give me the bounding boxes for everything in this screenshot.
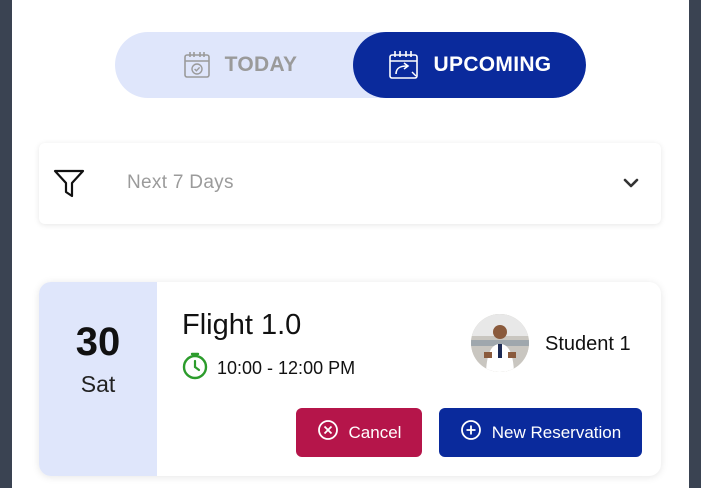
circle-x-icon <box>317 419 339 446</box>
view-toggle: TODAY UPCOMING <box>115 32 586 98</box>
calendar-arrow-icon <box>388 50 420 80</box>
reservation-title: Flight 1.0 <box>182 309 302 341</box>
tab-upcoming-label: UPCOMING <box>433 53 552 76</box>
reservation-card: 30 Sat Flight 1.0 10:00 - 12:00 PM Stude… <box>39 282 661 476</box>
circle-plus-icon <box>460 419 482 446</box>
tab-today[interactable]: TODAY <box>115 32 365 98</box>
calendar-check-icon <box>183 51 211 79</box>
date-column: 30 Sat <box>39 282 157 476</box>
day-number: 30 <box>75 320 121 364</box>
cancel-button-label: Cancel <box>348 422 402 442</box>
date-range-filter[interactable]: Next 7 Days <box>39 143 661 224</box>
student-name: Student 1 <box>545 333 631 355</box>
cancel-button[interactable]: Cancel <box>296 408 422 457</box>
stopwatch-icon <box>181 352 209 385</box>
avatar <box>471 314 529 372</box>
day-name: Sat <box>80 371 116 397</box>
funnel-icon <box>53 168 85 203</box>
chevron-down-icon[interactable] <box>623 176 639 194</box>
tab-upcoming[interactable]: UPCOMING <box>353 32 586 98</box>
filter-value: Next 7 Days <box>127 172 234 193</box>
reservations-panel: TODAY UPCOMING Next 7 Days 30 Sat Flight… <box>12 0 689 488</box>
new-reservation-label: New Reservation <box>491 422 622 442</box>
new-reservation-button[interactable]: New Reservation <box>439 408 642 457</box>
reservation-time: 10:00 - 12:00 PM <box>217 358 356 378</box>
tab-today-label: TODAY <box>224 53 298 76</box>
time-row: 10:00 - 12:00 PM <box>181 352 355 385</box>
